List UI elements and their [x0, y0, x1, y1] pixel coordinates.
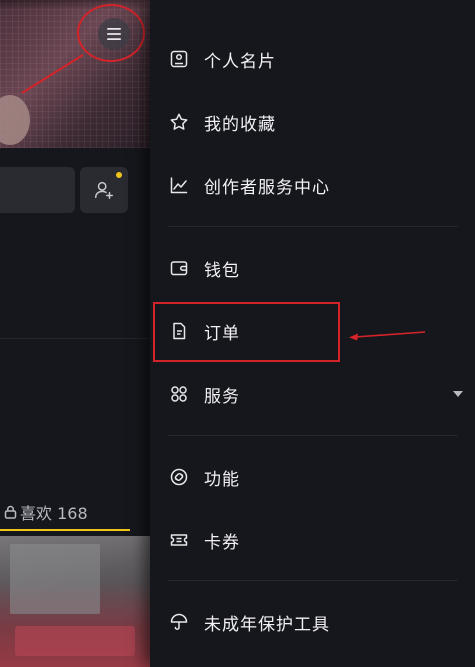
- wallet-icon: [168, 257, 190, 279]
- cover-photo-detail: [0, 95, 30, 145]
- menu-item-label: 服务: [204, 386, 240, 407]
- lock-icon: [4, 505, 17, 519]
- likes-tab-label: 喜欢 168: [20, 504, 88, 523]
- menu-item-label: 个人名片: [204, 51, 276, 72]
- video-thumbnail[interactable]: [0, 536, 150, 667]
- annotation-arrow: [349, 331, 426, 341]
- menu-item-label: 功能: [204, 469, 240, 490]
- trend-chart-icon: [168, 174, 190, 196]
- link-icon: [168, 466, 190, 488]
- profile-cover-image: [0, 0, 150, 148]
- tab-likes[interactable]: 喜欢 168: [0, 498, 150, 526]
- menu-item-features[interactable]: 功能: [150, 452, 475, 502]
- divider: [168, 226, 458, 227]
- menu-item-label: 未成年保护工具: [204, 614, 330, 635]
- add-person-icon: [95, 181, 113, 199]
- divider: [168, 435, 458, 436]
- side-drawer-menu: 个人名片 我的收藏 创作者服务中心 钱包 订单 服务 功能 卡券 未成年保护工具: [150, 0, 475, 667]
- divider: [0, 338, 150, 339]
- services-grid-icon: [168, 383, 190, 405]
- annotation-arrow-line: [21, 53, 84, 94]
- menu-item-profile-card[interactable]: 个人名片: [150, 34, 475, 84]
- menu-item-wallet[interactable]: 钱包: [150, 243, 475, 293]
- annotation-circle: [77, 4, 145, 62]
- active-tab-indicator: [0, 529, 130, 531]
- annotation-highlight-box: [153, 302, 340, 362]
- star-icon: [168, 111, 190, 133]
- add-friend-button[interactable]: [80, 167, 128, 213]
- profile-page-background: 喜欢 168: [0, 0, 150, 667]
- coupon-icon: [168, 529, 190, 551]
- umbrella-icon: [168, 611, 190, 633]
- menu-item-label: 我的收藏: [204, 114, 276, 135]
- chevron-down-icon[interactable]: [453, 391, 463, 397]
- menu-item-minor-protection[interactable]: 未成年保护工具: [150, 597, 475, 647]
- profile-card-icon: [168, 48, 190, 70]
- menu-item-label: 创作者服务中心: [204, 177, 330, 198]
- menu-item-label: 卡券: [204, 532, 240, 553]
- menu-item-favorites[interactable]: 我的收藏: [150, 97, 475, 147]
- divider: [168, 580, 458, 581]
- menu-item-services[interactable]: 服务: [150, 369, 475, 419]
- menu-item-coupons[interactable]: 卡券: [150, 515, 475, 565]
- menu-item-label: 钱包: [204, 260, 240, 281]
- notification-dot: [116, 172, 122, 178]
- edit-profile-button[interactable]: [0, 167, 75, 213]
- menu-item-creator-center[interactable]: 创作者服务中心: [150, 160, 475, 210]
